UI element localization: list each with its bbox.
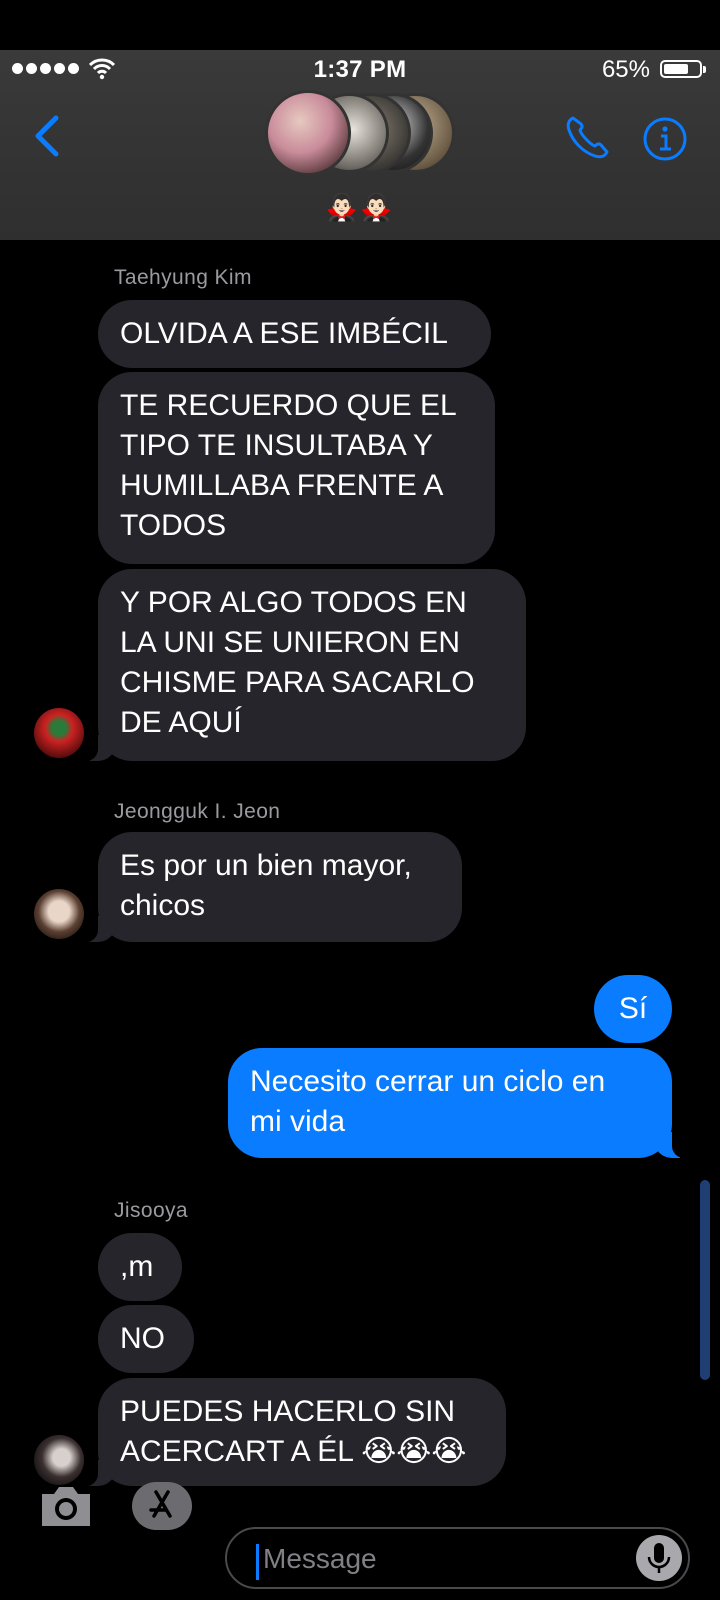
- sender-name: Taehyung Kim: [114, 266, 252, 289]
- message-input[interactable]: Message: [225, 1527, 690, 1589]
- scrollbar[interactable]: [700, 1180, 710, 1380]
- microphone-button[interactable]: [636, 1535, 682, 1581]
- message-bubble[interactable]: Y POR ALGO TODOS EN LA UNI SE UNIERON EN…: [80, 569, 526, 761]
- battery-icon: [660, 60, 706, 78]
- sender-name: Jeongguk I. Jeon: [114, 800, 281, 823]
- message-bubble[interactable]: Es por un bien mayor, chicos: [80, 832, 462, 942]
- status-bar: 1:37 PM 65%: [0, 56, 720, 86]
- top-black-bar: [0, 0, 720, 50]
- text-caret: [256, 1544, 259, 1580]
- sent-message-bubble[interactable]: Necesito cerrar un ciclo en mi vida: [228, 1048, 690, 1158]
- app-store-button[interactable]: [132, 1482, 192, 1530]
- message-bubble[interactable]: PUEDES HACERLO SIN ACERCART A ÉL 😭😭😭: [80, 1378, 506, 1486]
- app-store-icon: [149, 1490, 172, 1518]
- member-avatar: [265, 90, 351, 176]
- info-icon[interactable]: [642, 116, 688, 162]
- message-bubble[interactable]: ,m: [98, 1233, 182, 1301]
- back-chevron-icon[interactable]: [28, 112, 68, 160]
- message-placeholder: Message: [263, 1543, 377, 1574]
- sender-avatar[interactable]: [34, 1435, 84, 1485]
- battery-percent: 65%: [601, 56, 650, 83]
- phone-call-icon[interactable]: [563, 114, 611, 162]
- group-name[interactable]: 🧛🏻‍♂️🧛🏻‍♂️: [0, 192, 720, 223]
- sender-avatar[interactable]: [34, 889, 84, 939]
- camera-icon[interactable]: [38, 1482, 94, 1530]
- message-bubble[interactable]: NO: [98, 1305, 194, 1373]
- microphone-icon: [647, 1543, 671, 1573]
- sent-message-bubble[interactable]: Sí: [594, 975, 672, 1043]
- sender-name: Jisooya: [114, 1199, 189, 1222]
- group-avatars[interactable]: [265, 90, 455, 180]
- message-bubble[interactable]: OLVIDA A ESE IMBÉCIL: [98, 300, 491, 368]
- sender-avatar[interactable]: [34, 708, 84, 758]
- message-bubble[interactable]: TE RECUERDO QUE EL TIPO TE INSULTABA Y H…: [98, 372, 495, 564]
